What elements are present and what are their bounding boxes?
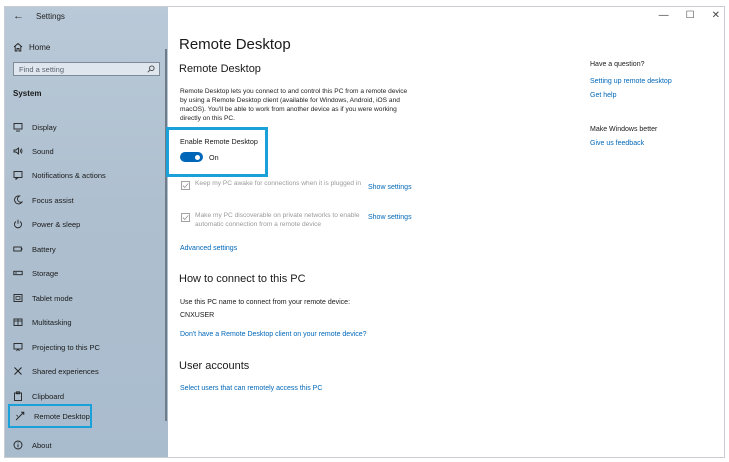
home-icon (13, 42, 23, 52)
home-label: Home (29, 42, 51, 52)
clipboard-icon (14, 391, 22, 401)
sound-icon (13, 147, 23, 155)
sidebar-item-label: Shared experiences (32, 366, 99, 376)
make-windows-better-title: Make Windows better (590, 126, 658, 133)
sidebar-item-battery[interactable]: Battery (8, 237, 158, 261)
sidebar-item-power[interactable]: Power & sleep (8, 212, 158, 236)
sidebar-item-storage[interactable]: Storage (8, 261, 158, 285)
sidebar-item-display[interactable]: Display (8, 115, 158, 139)
user-accounts-title: User accounts (179, 360, 250, 372)
settings-window: ← Settings Home Find a setting System Di… (4, 6, 725, 458)
sidebar-item-sound[interactable]: Sound (8, 139, 158, 163)
give-feedback-link[interactable]: Give us feedback (590, 140, 644, 147)
sidebar-item-label: Focus assist (32, 195, 74, 205)
question-title: Have a question? (590, 61, 645, 68)
power-icon (14, 219, 22, 229)
sidebar-item-label: Battery (32, 244, 56, 254)
multitasking-icon (13, 318, 23, 326)
sidebar-item-label: About (32, 440, 52, 450)
sidebar-item-label: Power & sleep (32, 219, 81, 229)
sidebar-item-about[interactable]: About (8, 433, 158, 457)
enable-remote-desktop-label: Enable Remote Desktop (180, 137, 258, 146)
info-icon (13, 440, 23, 450)
app-title: Settings (36, 12, 65, 21)
checkmark-icon (182, 183, 189, 189)
display-icon (13, 123, 23, 132)
sidebar: ← Settings Home Find a setting System Di… (5, 7, 168, 457)
tablet-icon (13, 294, 23, 302)
sidebar-item-label: Multitasking (32, 317, 72, 327)
page-title: Remote Desktop (179, 36, 291, 53)
sidebar-item-notifications[interactable]: Notifications & actions (8, 163, 158, 187)
how-to-connect-text: Use this PC name to connect from your re… (180, 299, 351, 306)
sidebar-item-multitasking[interactable]: Multitasking (8, 310, 158, 334)
select-users-link[interactable]: Select users that can remotely access th… (180, 385, 322, 392)
how-to-connect-title: How to connect to this PC (179, 273, 306, 285)
back-arrow-icon[interactable]: ← (13, 10, 24, 22)
pc-name: CNXUSER (180, 312, 215, 319)
search-placeholder: Find a setting (19, 64, 65, 74)
close-button[interactable]: ✕ (712, 10, 720, 21)
sidebar-item-remote-desktop[interactable]: Remote Desktop (8, 404, 92, 428)
sidebar-item-focus-assist[interactable]: Focus assist (8, 188, 158, 212)
window-controls: — ☐ ✕ (659, 10, 720, 21)
sidebar-item-label: Storage (32, 268, 59, 278)
maximize-button[interactable]: ☐ (686, 10, 695, 21)
toggle-knob (195, 154, 200, 160)
sidebar-item-projecting[interactable]: Projecting to this PC (8, 335, 158, 359)
show-settings-link-1[interactable]: Show settings (368, 184, 412, 191)
sidebar-item-label: Display (32, 122, 57, 132)
battery-icon (13, 246, 23, 252)
sidebar-item-label: Clipboard (32, 391, 65, 401)
enable-remote-desktop-toggle[interactable] (180, 152, 203, 162)
moon-icon (14, 195, 23, 205)
minimize-button[interactable]: — (659, 10, 669, 21)
search-icon (147, 65, 155, 73)
show-settings-link-2[interactable]: Show settings (368, 214, 412, 221)
title-bar: ← Settings (5, 7, 168, 27)
sidebar-item-label: Tablet mode (32, 293, 73, 303)
sidebar-item-label: Projecting to this PC (32, 342, 100, 352)
remote-desktop-icon (15, 411, 25, 421)
discoverable-option: Make my PC discoverable on private netwo… (181, 212, 367, 229)
sidebar-item-tablet-mode[interactable]: Tablet mode (8, 286, 158, 310)
home-link[interactable]: Home (13, 40, 163, 54)
notifications-icon (13, 171, 23, 180)
keep-awake-checkbox[interactable] (181, 181, 190, 190)
discoverable-checkbox[interactable] (181, 213, 190, 222)
projecting-icon (13, 343, 23, 352)
toggle-state: On (209, 153, 219, 162)
sidebar-item-shared-experiences[interactable]: Shared experiences (8, 359, 158, 383)
section-title: Remote Desktop (179, 63, 261, 75)
search-input[interactable]: Find a setting (13, 62, 160, 76)
get-help-link[interactable]: Get help (590, 92, 616, 99)
get-client-link[interactable]: Don't have a Remote Desktop client on yo… (180, 331, 367, 338)
discoverable-text: Make my PC discoverable on private netwo… (195, 212, 360, 228)
storage-icon (13, 270, 23, 276)
description: Remote Desktop lets you connect to and c… (180, 88, 408, 122)
keep-awake-option: Keep my PC awake for connections when it… (181, 180, 367, 190)
setup-remote-desktop-link[interactable]: Setting up remote desktop (590, 78, 672, 85)
keep-awake-text: Keep my PC awake for connections when it… (195, 180, 362, 187)
sidebar-item-label: Notifications & actions (32, 170, 106, 180)
sidebar-item-label: Remote Desktop (34, 411, 90, 421)
shared-icon (14, 367, 22, 375)
sidebar-item-label: Sound (32, 146, 54, 156)
advanced-settings-link[interactable]: Advanced settings (180, 245, 237, 252)
checkmark-icon (182, 215, 189, 221)
sidebar-scrollbar[interactable] (165, 49, 167, 421)
sidebar-section-system: System (13, 89, 42, 98)
